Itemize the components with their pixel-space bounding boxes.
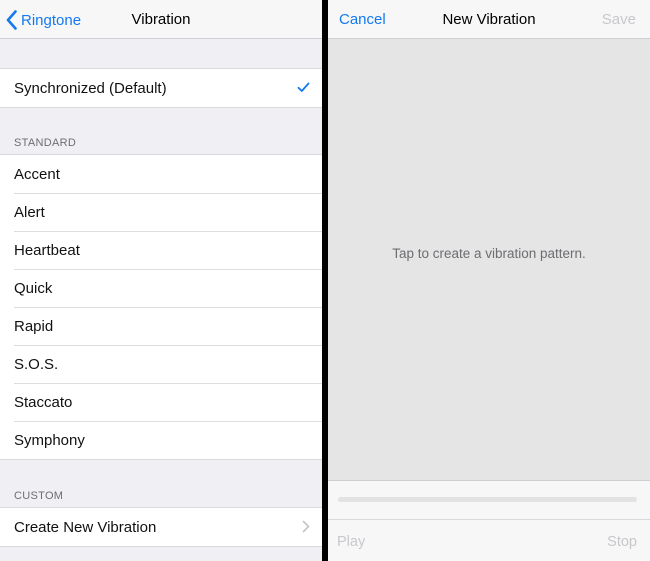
list-item-symphony[interactable]: Symphony [0,421,322,459]
list-item-label: Quick [14,279,53,297]
default-group: Synchronized (Default) [0,68,322,108]
new-vibration-navbar: Cancel New Vibration Save [328,0,650,39]
custom-group: Create New Vibration [0,507,322,547]
list-item-rapid[interactable]: Rapid [0,307,322,345]
list-item-label: Symphony [14,431,85,449]
vibration-recording-area[interactable]: Tap to create a vibration pattern. [328,39,650,480]
list-item-label: Accent [14,165,60,183]
vibration-navbar: Ringtone Vibration [0,0,322,39]
playback-toolbar: Play Stop [328,480,650,561]
list-item-quick[interactable]: Quick [0,269,322,307]
list-item-label: Staccato [14,393,73,411]
list-item-staccato[interactable]: Staccato [0,383,322,421]
save-button[interactable]: Save [602,11,636,28]
pattern-progress-track [338,497,637,502]
checkmark-icon [297,82,310,92]
list-item-label: Rapid [14,317,54,335]
page-title: Vibration [131,11,191,28]
list-item-heartbeat[interactable]: Heartbeat [0,231,322,269]
create-new-vibration-row[interactable]: Create New Vibration [0,508,322,546]
list-item-label: Synchronized (Default) [14,79,167,97]
stop-button[interactable]: Stop [607,534,637,550]
list-item-label: Alert [14,203,45,221]
list-item-label: Heartbeat [14,241,80,259]
list-item-synchronized-default[interactable]: Synchronized (Default) [0,69,322,107]
chevron-right-icon [302,520,310,533]
vibration-settings-panel: Ringtone Vibration Synchronized (Default… [0,0,322,561]
play-button[interactable]: Play [337,534,365,550]
list-item-accent[interactable]: Accent [0,155,322,193]
section-header-custom: CUSTOM [14,490,64,502]
create-new-vibration-label: Create New Vibration [14,518,157,536]
standard-group: Accent Alert Heartbeat Quick Rapid S.O.S. Stac… [0,154,322,460]
section-header-standard: STANDARD [14,137,77,149]
list-item-s-o-s[interactable]: S.O.S. [0,345,322,383]
recording-hint: Tap to create a vibration pattern. [392,246,586,261]
new-vibration-panel: Cancel New Vibration Save Tap to create … [328,0,650,561]
list-item-alert[interactable]: Alert [0,193,322,231]
list-item-label: S.O.S. [14,355,59,373]
divider [328,519,650,520]
